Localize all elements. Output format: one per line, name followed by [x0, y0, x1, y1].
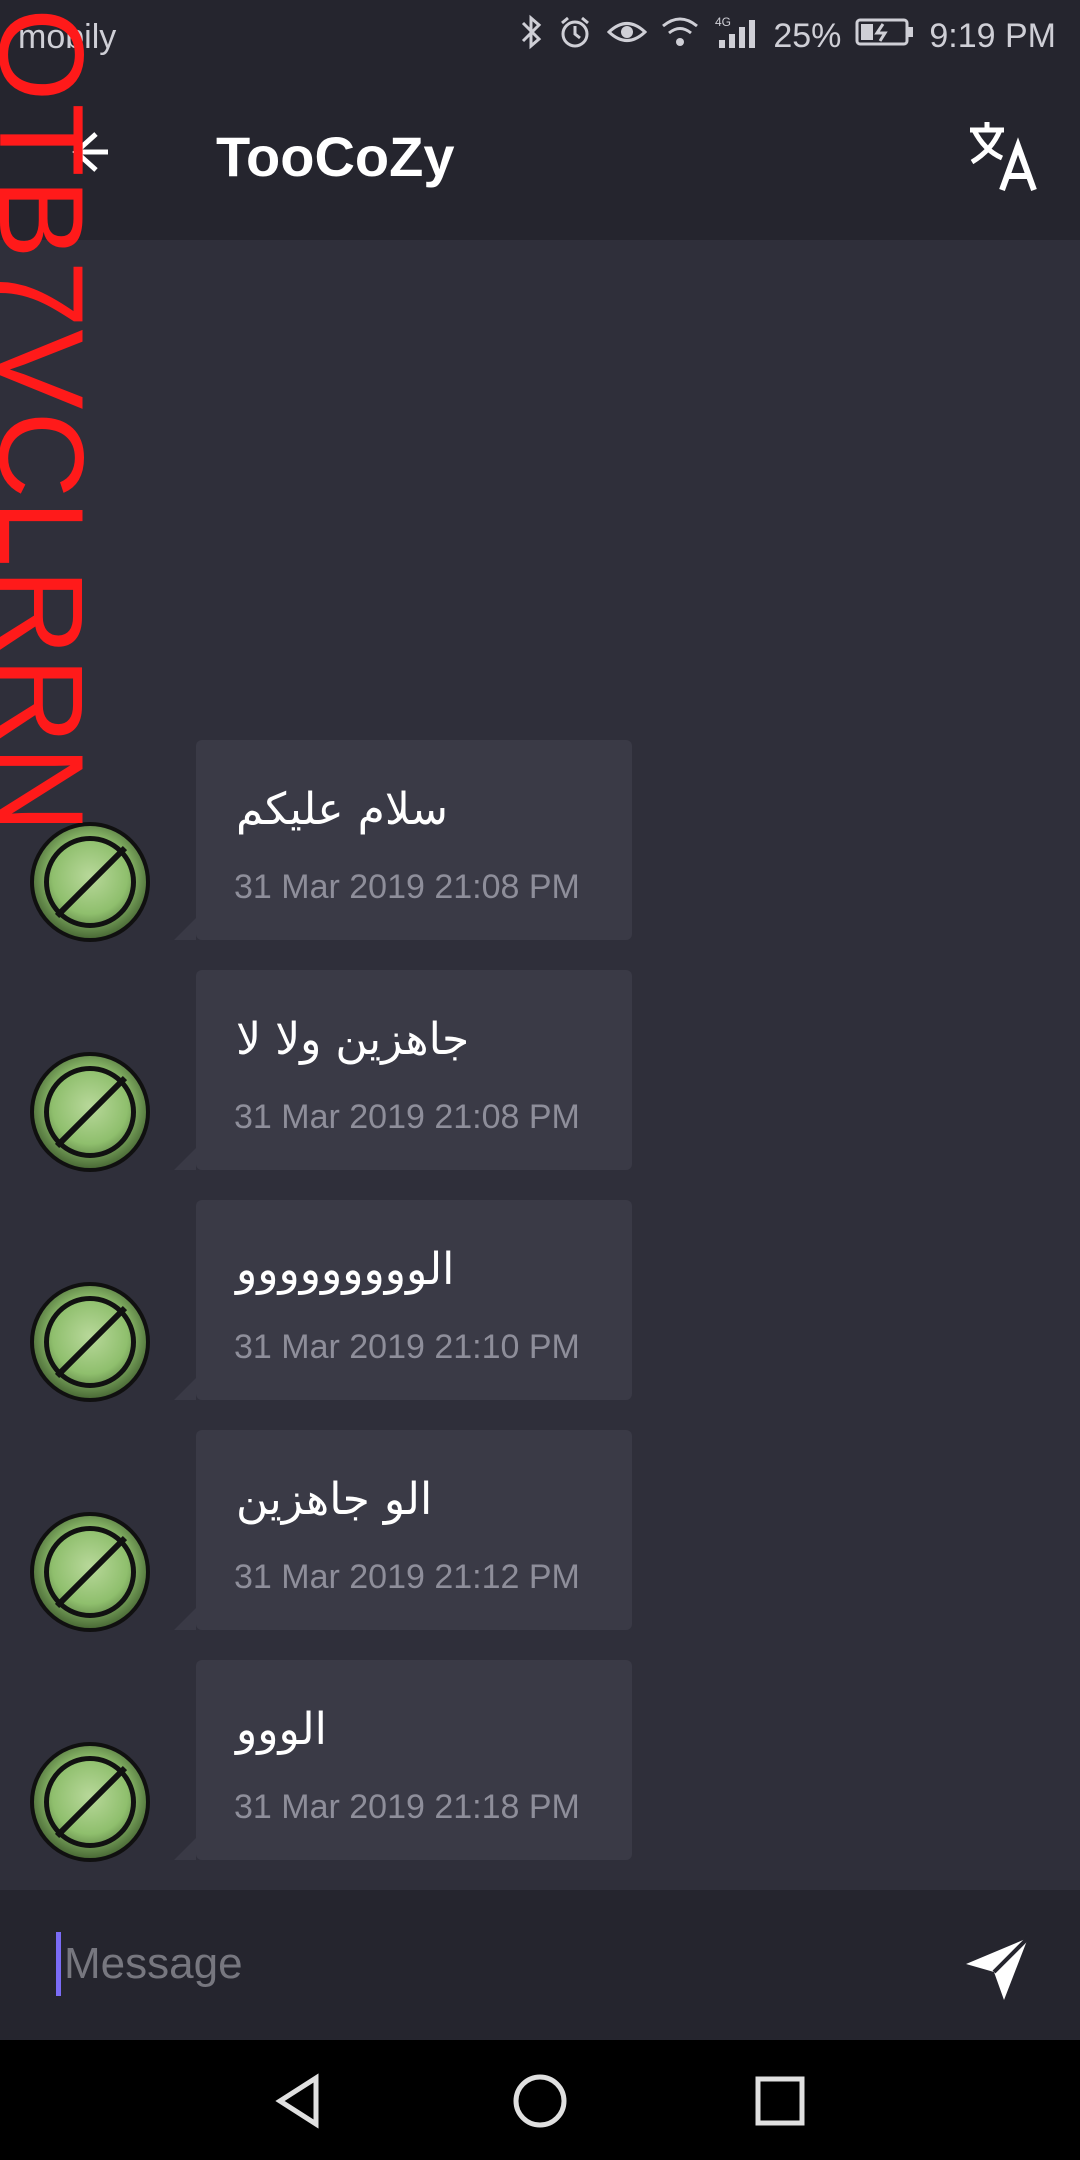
alarm-icon	[557, 14, 593, 59]
send-icon[interactable]	[960, 1930, 1034, 2004]
message-row: جاهزين ولا لا 31 Mar 2019 21:08 PM	[0, 970, 1080, 1172]
avatar[interactable]	[30, 1282, 150, 1402]
status-icons: 4G 25% 9:19 PM	[519, 14, 1056, 59]
nav-back-icon[interactable]	[264, 2066, 334, 2136]
nav-recents-icon[interactable]	[745, 2066, 815, 2136]
clock: 9:19 PM	[929, 17, 1056, 55]
message-input[interactable]	[62, 1928, 926, 2000]
network-type: 4G	[715, 15, 731, 29]
message-timestamp: 31 Mar 2019 21:08 PM	[234, 868, 580, 906]
message-bubble[interactable]: سلام عليكم 31 Mar 2019 21:08 PM	[174, 740, 632, 940]
bluetooth-icon	[519, 14, 543, 59]
nav-home-icon[interactable]	[505, 2066, 575, 2136]
message-row: الووووووووو 31 Mar 2019 21:10 PM	[0, 1200, 1080, 1402]
status-bar: mobily 4G 25% 9:19 PM	[0, 0, 1080, 72]
message-row: الو جاهزين 31 Mar 2019 21:12 PM	[0, 1430, 1080, 1632]
battery-charging-icon	[855, 16, 915, 57]
message-text: الووووووووو	[236, 1244, 455, 1295]
translate-icon[interactable]	[964, 116, 1044, 196]
message-timestamp: 31 Mar 2019 21:12 PM	[234, 1558, 580, 1596]
message-bubble[interactable]: الووو 31 Mar 2019 21:18 PM	[174, 1660, 632, 1860]
message-text: الو جاهزين	[236, 1474, 433, 1525]
back-arrow-icon[interactable]	[56, 122, 116, 182]
wifi-icon	[661, 16, 699, 57]
avatar[interactable]	[30, 822, 150, 942]
message-bubble[interactable]: الووووووووو 31 Mar 2019 21:10 PM	[174, 1200, 632, 1400]
message-row: الووو 31 Mar 2019 21:18 PM	[0, 1660, 1080, 1862]
message-text: سلام عليكم	[236, 784, 449, 835]
carrier-name: mobily	[18, 18, 117, 56]
battery-percent: 25%	[773, 17, 842, 55]
message-row: سلام عليكم 31 Mar 2019 21:08 PM	[0, 740, 1080, 942]
message-text: الووو	[236, 1704, 327, 1755]
eye-icon	[607, 17, 648, 56]
signal-icon: 4G	[713, 14, 759, 59]
system-nav-bar	[0, 2040, 1080, 2160]
message-bubble[interactable]: الو جاهزين 31 Mar 2019 21:12 PM	[174, 1430, 632, 1630]
avatar[interactable]	[30, 1512, 150, 1632]
chat-header: TooCoZy	[0, 72, 1080, 240]
message-timestamp: 31 Mar 2019 21:10 PM	[234, 1328, 580, 1366]
message-timestamp: 31 Mar 2019 21:18 PM	[234, 1788, 580, 1826]
page-title: TooCoZy	[216, 125, 455, 188]
avatar[interactable]	[30, 1052, 150, 1172]
message-timestamp: 31 Mar 2019 21:08 PM	[234, 1098, 580, 1136]
message-text: جاهزين ولا لا	[236, 1014, 470, 1065]
message-composer	[0, 1890, 1080, 2040]
text-cursor	[56, 1932, 61, 1996]
message-list[interactable]: سلام عليكم 31 Mar 2019 21:08 PM جاهزين و…	[0, 240, 1080, 1890]
avatar[interactable]	[30, 1742, 150, 1862]
message-bubble[interactable]: جاهزين ولا لا 31 Mar 2019 21:08 PM	[174, 970, 632, 1170]
